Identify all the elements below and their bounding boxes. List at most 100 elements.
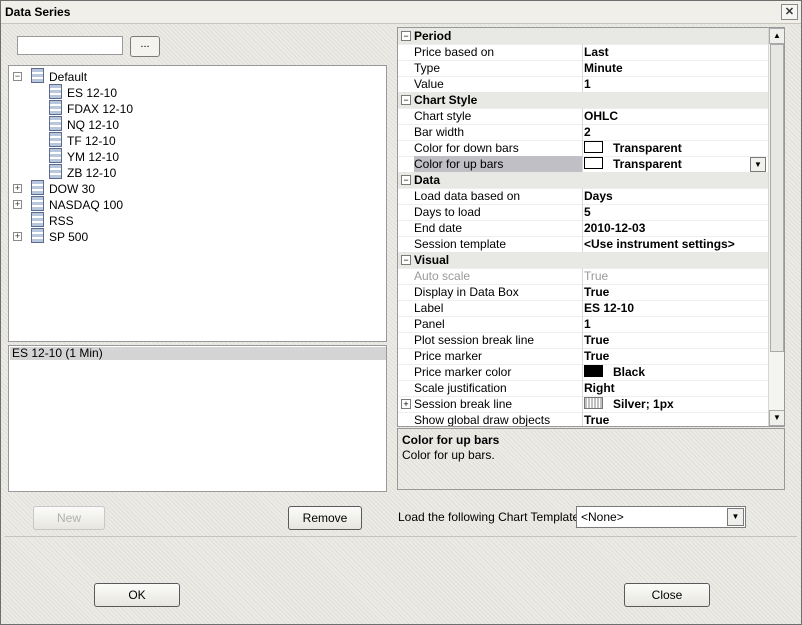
scroll-down-icon[interactable]: ▼	[769, 410, 784, 426]
expand-icon[interactable]: +	[401, 399, 411, 409]
category-period[interactable]: − Period	[398, 28, 768, 45]
property-value[interactable]: ES 12-10	[584, 300, 764, 316]
property-value[interactable]: Days	[584, 188, 764, 204]
tree-item[interactable]: YM 12-10	[49, 148, 119, 164]
ok-button[interactable]: OK	[94, 583, 180, 607]
property-row[interactable]: Bar width 2	[398, 124, 768, 141]
close-button[interactable]: Close	[624, 583, 710, 607]
remove-button[interactable]: Remove	[288, 506, 362, 530]
property-value[interactable]: Transparent	[584, 156, 764, 172]
close-icon[interactable]: ✕	[781, 4, 798, 20]
tree-item-label: YM 12-10	[67, 150, 120, 164]
property-row[interactable]: Price marker True	[398, 348, 768, 365]
new-button[interactable]: New	[33, 506, 105, 530]
color-swatch	[584, 141, 603, 153]
color-swatch	[584, 365, 603, 377]
scrollbar-thumb[interactable]	[770, 44, 784, 352]
property-row[interactable]: Plot session break line True	[398, 332, 768, 349]
category-label: Data	[414, 173, 441, 187]
property-value[interactable]: 2010-12-03	[584, 220, 764, 236]
property-row[interactable]: Price based on Last	[398, 44, 768, 61]
category-label: Period	[414, 29, 452, 43]
property-value[interactable]: Right	[584, 380, 764, 396]
tree-item[interactable]: ZB 12-10	[49, 164, 116, 180]
database-icon	[49, 100, 62, 115]
property-row[interactable]: Chart style OHLC	[398, 108, 768, 125]
expand-icon[interactable]: +	[13, 232, 22, 241]
chevron-down-icon[interactable]: ▼	[750, 157, 766, 172]
tree-node-label: DOW 30	[49, 182, 96, 196]
collapse-icon[interactable]: −	[401, 31, 411, 41]
tree-item[interactable]: NQ 12-10	[49, 116, 119, 132]
property-row[interactable]: Session template <Use instrument settings…	[398, 236, 768, 253]
property-row[interactable]: Price marker color Black	[398, 364, 768, 381]
property-value[interactable]: Last	[584, 44, 764, 60]
chart-template-value: <None>	[581, 510, 624, 524]
category-visual[interactable]: − Visual	[398, 252, 768, 269]
description-title: Color for up bars	[402, 433, 500, 447]
category-label: Chart Style	[414, 93, 478, 107]
property-row-selected[interactable]: Color for up bars Transparent ▼	[398, 156, 768, 173]
property-value[interactable]: 1	[584, 76, 764, 92]
instrument-search-input[interactable]	[17, 36, 123, 55]
database-icon	[31, 180, 44, 195]
expand-icon[interactable]: +	[13, 184, 22, 193]
property-row[interactable]: Days to load 5	[398, 204, 768, 221]
property-value[interactable]: Transparent	[584, 140, 764, 156]
property-row[interactable]: + Session break line Silver; 1px	[398, 396, 768, 413]
property-name: Panel	[414, 317, 445, 331]
tree-item[interactable]: ES 12-10	[49, 84, 117, 100]
property-row[interactable]: Load data based on Days	[398, 188, 768, 205]
category-data[interactable]: − Data	[398, 172, 768, 189]
tree-item-label: NQ 12-10	[67, 118, 120, 132]
property-value[interactable]: True	[584, 284, 764, 300]
tree-item-label: TF 12-10	[67, 134, 116, 148]
category-chart-style[interactable]: − Chart Style	[398, 92, 768, 109]
property-row[interactable]: Value 1	[398, 76, 768, 93]
collapse-icon[interactable]: −	[401, 95, 411, 105]
expand-icon[interactable]: +	[13, 200, 22, 209]
property-scrollbar[interactable]: ▲ ▼	[768, 28, 784, 426]
database-icon	[49, 148, 62, 163]
selected-series-item[interactable]: ES 12-10 (1 Min)	[10, 347, 386, 360]
property-row[interactable]: Display in Data Box True	[398, 284, 768, 301]
property-value[interactable]: Minute	[584, 60, 764, 76]
scroll-up-icon[interactable]: ▲	[769, 28, 784, 44]
property-row[interactable]: Color for down bars Transparent	[398, 140, 768, 157]
property-value[interactable]: True	[584, 348, 764, 364]
property-row[interactable]: Panel 1	[398, 316, 768, 333]
property-name: Chart style	[414, 109, 472, 123]
property-row[interactable]: Type Minute	[398, 60, 768, 77]
property-row[interactable]: End date 2010-12-03	[398, 220, 768, 237]
collapse-icon[interactable]: −	[13, 72, 22, 81]
property-name: End date	[414, 221, 463, 235]
property-row[interactable]: Show global draw objects True	[398, 412, 768, 426]
chart-template-select[interactable]: <None> ▼	[576, 506, 746, 528]
property-value[interactable]: Black	[584, 364, 764, 380]
tree-item[interactable]: TF 12-10	[49, 132, 116, 148]
property-name: Value	[414, 77, 444, 91]
property-name: Auto scale	[414, 269, 471, 283]
property-value[interactable]: <Use instrument settings>	[584, 236, 764, 252]
property-row[interactable]: Scale justification Right	[398, 380, 768, 397]
property-value[interactable]: True	[584, 332, 764, 348]
tree-item[interactable]: FDAX 12-10	[49, 100, 133, 116]
property-name: Load data based on	[414, 189, 521, 203]
browse-button[interactable]: ...	[130, 36, 160, 57]
property-name: Color for up bars	[414, 156, 582, 172]
chevron-down-icon[interactable]: ▼	[727, 508, 744, 526]
property-value[interactable]: 1	[584, 316, 764, 332]
property-value[interactable]: Silver; 1px	[584, 396, 764, 412]
property-name: Days to load	[414, 205, 481, 219]
collapse-icon[interactable]: −	[401, 255, 411, 265]
collapse-icon[interactable]: −	[401, 175, 411, 185]
property-value[interactable]: 2	[584, 124, 764, 140]
property-grid: − Period Price based on Last Type Minute V…	[397, 27, 785, 427]
property-value[interactable]: 5	[584, 204, 764, 220]
tree-item-label: FDAX 12-10	[67, 102, 134, 116]
property-value[interactable]: True	[584, 412, 764, 426]
property-row[interactable]: Label ES 12-10	[398, 300, 768, 317]
category-label: Visual	[414, 253, 450, 267]
property-value[interactable]: OHLC	[584, 108, 764, 124]
property-name: Display in Data Box	[414, 285, 519, 299]
